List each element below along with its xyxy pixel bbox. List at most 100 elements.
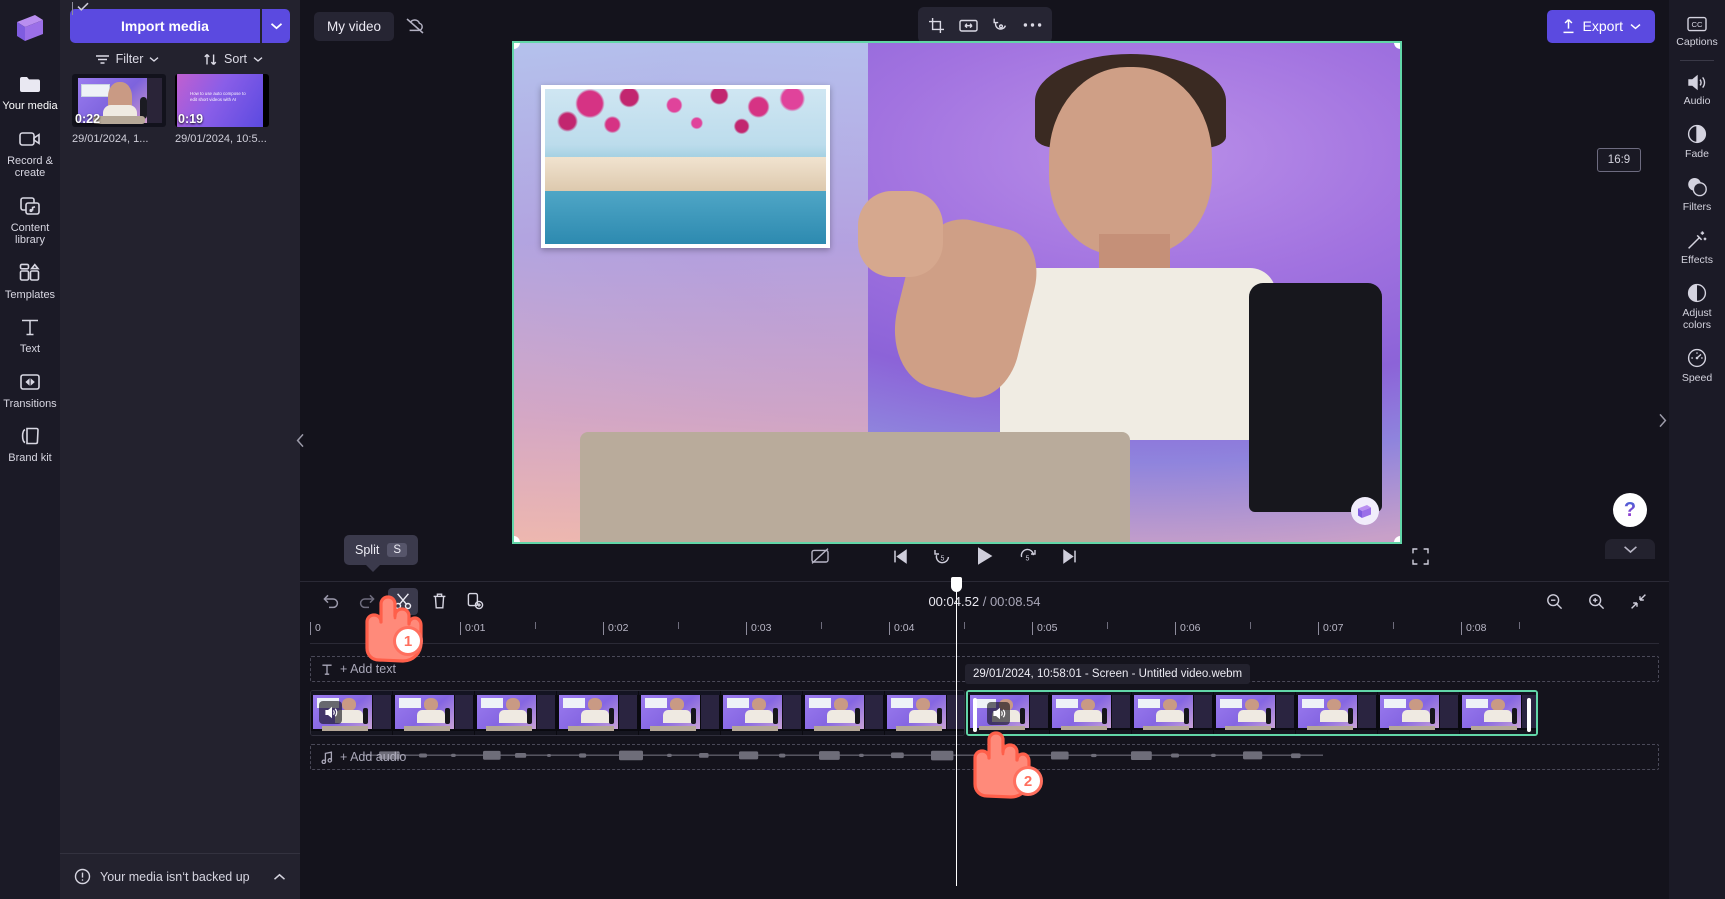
media-thumbnail[interactable]: How to use auto compose to edit short vi… <box>175 74 269 127</box>
ruler-tick: 0:07 <box>1318 622 1343 635</box>
right-item-label: Audio <box>1683 95 1711 107</box>
delete-button[interactable] <box>424 588 454 615</box>
text-icon <box>17 314 43 340</box>
project-title[interactable]: My video <box>314 11 395 41</box>
library-icon <box>17 193 43 219</box>
skip-end-icon[interactable] <box>1061 548 1078 565</box>
svg-text:5: 5 <box>1025 555 1029 562</box>
media-item-name: 29/01/2024, 1... <box>72 133 149 145</box>
filter-sort-row: Filter Sort <box>70 43 290 74</box>
cloud-sync-off-icon[interactable] <box>404 16 426 36</box>
timeline-playhead[interactable] <box>951 577 962 886</box>
filmstrip <box>968 692 1536 734</box>
media-item-name-row: 29/01/2024, 10:5... <box>175 133 269 145</box>
right-sidebar: CC Captions Audio Fade Filters Effects A… <box>1669 0 1725 899</box>
sort-button[interactable]: Sort <box>180 52 286 66</box>
right-item-captions[interactable]: CC Captions <box>1669 6 1725 55</box>
right-item-adjust-colors[interactable]: Adjust colors <box>1669 273 1725 338</box>
import-media-dropdown-button[interactable] <box>262 9 290 43</box>
media-item[interactable]: How to use auto compose to edit short vi… <box>175 74 269 145</box>
divider <box>1680 60 1714 61</box>
sidebar-item-record-create[interactable]: Record & create <box>0 119 60 186</box>
question-mark-icon: ? <box>1623 498 1637 521</box>
split-tooltip-shortcut: S <box>387 543 407 557</box>
upload-icon <box>1561 18 1576 34</box>
sidebar-item-content-library[interactable]: Content library <box>0 186 60 253</box>
cursor-hand-1: 1 <box>357 582 427 664</box>
ruler-tick: 0:08 <box>1461 622 1486 635</box>
right-item-fade[interactable]: Fade <box>1669 114 1725 167</box>
undo-button[interactable] <box>316 588 346 615</box>
rotate-button[interactable] <box>986 11 1016 39</box>
media-panel: Import media Filter Sort 0:22 29/01/2024… <box>60 0 304 899</box>
magic-wand-icon <box>1686 229 1708 251</box>
backup-status-bar[interactable]: Your media isn‘t backed up <box>60 853 300 899</box>
transitions-icon <box>17 369 43 395</box>
export-button[interactable]: Export <box>1546 9 1655 43</box>
right-item-filters[interactable]: Filters <box>1669 167 1725 220</box>
zoom-out-button[interactable] <box>1539 588 1569 615</box>
skip-start-icon[interactable] <box>892 548 909 565</box>
folder-icon <box>17 71 43 97</box>
undo-icon <box>322 593 340 609</box>
help-button[interactable]: ? <box>1613 493 1647 527</box>
right-item-audio[interactable]: Audio <box>1669 64 1725 114</box>
import-media-button[interactable]: Import media <box>70 9 260 43</box>
media-thumbnail[interactable]: 0:22 <box>72 74 166 127</box>
panel-collapse-button[interactable] <box>292 420 308 460</box>
collapse-panel-button[interactable] <box>1605 539 1655 559</box>
fit-horizontal-icon <box>959 18 978 33</box>
chevron-up-icon[interactable] <box>273 873 286 881</box>
right-item-speed[interactable]: Speed <box>1669 338 1725 391</box>
media-item[interactable]: 0:22 29/01/2024, 1... <box>72 2 166 145</box>
aspect-ratio-badge[interactable]: 16:9 <box>1597 148 1641 172</box>
ruler-tick-minor <box>821 622 826 629</box>
sidebar-item-text[interactable]: Text <box>0 307 60 362</box>
crop-button[interactable] <box>922 11 952 39</box>
video-clip-first[interactable] <box>310 690 965 736</box>
backup-status-text: Your media isn‘t backed up <box>100 869 250 884</box>
captions-off-icon[interactable] <box>810 547 830 565</box>
chevron-down-icon <box>1623 545 1638 554</box>
filter-button[interactable]: Filter <box>74 52 180 66</box>
brand-kit-icon <box>17 423 43 449</box>
rewind-5-icon[interactable]: 5 <box>933 547 952 566</box>
speedometer-icon <box>1686 347 1708 369</box>
sidebar-item-label: Templates <box>4 288 56 301</box>
duplicate-button[interactable] <box>460 588 490 615</box>
timeline-ruler[interactable]: 0 0:01 0:02 0:03 0:04 0:05 0:06 0:07 0:0… <box>310 620 1659 644</box>
more-options-button[interactable] <box>1018 11 1048 39</box>
sidebar-item-your-media[interactable]: Your media <box>0 64 60 119</box>
zoom-in-icon <box>1588 593 1605 610</box>
left-sidebar: Your media Record & create Content libra… <box>0 0 60 899</box>
sidebar-item-transitions[interactable]: Transitions <box>0 362 60 417</box>
media-grid: 0:22 29/01/2024, 1... How to use auto co… <box>60 2 300 145</box>
preview-laptop <box>580 432 1130 542</box>
chevron-down-icon <box>149 56 159 63</box>
fit-to-screen-button[interactable] <box>1623 588 1653 615</box>
video-preview[interactable] <box>512 41 1402 544</box>
audio-waveform <box>363 750 1323 761</box>
media-panel-header: Import media Filter Sort <box>60 0 300 74</box>
media-item-name-row: 29/01/2024, 1... <box>72 2 166 145</box>
play-button[interactable] <box>976 546 994 566</box>
right-panel-collapse-button[interactable] <box>1655 400 1669 440</box>
right-item-effects[interactable]: Effects <box>1669 220 1725 273</box>
sidebar-item-templates[interactable]: Templates <box>0 253 60 308</box>
right-item-label: Filters <box>1682 201 1712 213</box>
clip-trim-handle-right[interactable] <box>1527 698 1531 732</box>
sidebar-item-brand-kit[interactable]: Brand kit <box>0 416 60 471</box>
speaker-icon[interactable] <box>319 701 342 724</box>
ruler-tick-minor <box>1250 622 1255 629</box>
fullscreen-icon[interactable] <box>1412 547 1429 565</box>
preview-tools <box>917 7 1052 43</box>
filter-icon <box>95 54 110 65</box>
video-clip-second[interactable] <box>966 690 1538 736</box>
forward-5-icon[interactable]: 5 <box>1018 547 1037 566</box>
zoom-in-button[interactable] <box>1581 588 1611 615</box>
preview-photo-overlay[interactable] <box>541 85 831 248</box>
fit-button[interactable] <box>954 11 984 39</box>
sidebar-item-label: Record & create <box>7 154 53 180</box>
chevron-down-icon <box>1630 23 1641 30</box>
filmstrip <box>311 691 964 735</box>
